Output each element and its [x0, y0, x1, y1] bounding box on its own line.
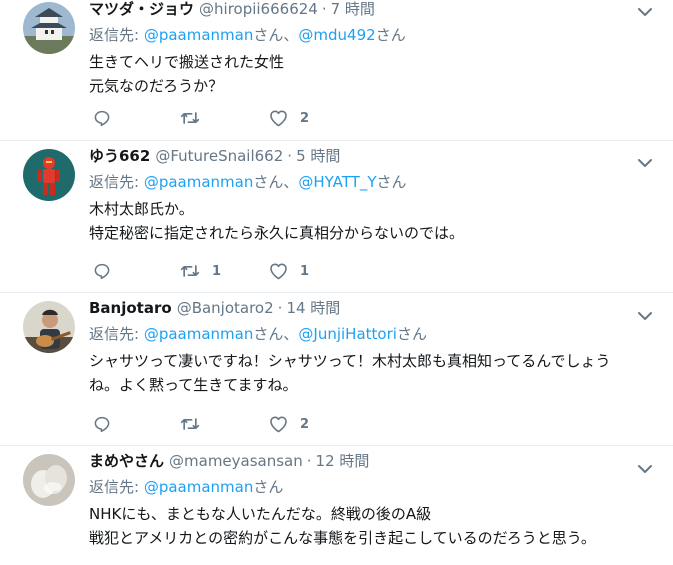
reply-button[interactable]: [93, 261, 123, 281]
avatar-peanut-image: [23, 454, 75, 506]
tweet-text: 木村太郎氏か。 特定秘密に指定されたら永久に真相分からないのでは。: [89, 197, 649, 245]
reply-context: 返信先: @paamanmanさん、@mdu492さん: [89, 24, 406, 45]
honorific: さん: [253, 173, 284, 191]
tweet-text-body: NHKにも、まともな人いたんだな。終戦の後のA級 戦犯とアメリカとの密約がこんな…: [89, 505, 596, 547]
chevron-down-icon[interactable]: [637, 463, 653, 475]
mention-link[interactable]: @paamanman: [144, 325, 254, 343]
timestamp[interactable]: 5 時間: [296, 147, 340, 165]
username[interactable]: @hiropii666624: [199, 0, 318, 18]
mention-separator: 、: [283, 325, 299, 343]
tweet-text: 生きてヘリで搬送された女性 元気なのだろうか？: [89, 50, 649, 98]
mention-link[interactable]: @mdu492: [298, 26, 375, 44]
timestamp[interactable]: 14 時間: [286, 299, 340, 317]
chevron-down-icon[interactable]: [637, 157, 653, 169]
avatar[interactable]: [23, 149, 75, 201]
display-name[interactable]: マツダ・ジョウ: [89, 0, 194, 18]
reply-prefix: 返信先:: [89, 325, 140, 343]
tweet-text-body: シャサツって凄いですね！シャサツって！木村太郎も真相知ってるんでしょう ね。よく…: [89, 352, 611, 394]
tweet-actions: 2: [89, 414, 389, 434]
display-name[interactable]: まめやさん: [89, 452, 164, 470]
mention-link[interactable]: @HYATT_Y: [298, 173, 376, 191]
separator-dot: ·: [321, 0, 327, 18]
honorific: さん: [253, 478, 284, 496]
tweet-header: Banjotaro @Banjotaro2 · 14 時間: [89, 297, 340, 318]
username[interactable]: @Banjotaro2: [177, 299, 274, 317]
retweet-count: 1: [212, 263, 222, 279]
like-count: 2: [300, 416, 310, 432]
timestamp[interactable]: 12 時間: [316, 452, 370, 470]
tweet-actions: 1 1: [89, 261, 389, 281]
mention-link[interactable]: @JunjiHattori: [298, 325, 397, 343]
tweet-header: まめやさん @mameyasansan · 12 時間: [89, 450, 369, 471]
tweet-feed: マツダ・ジョウ @hiropii666624 · 7 時間 返信先: @paamanm…: [0, 0, 673, 565]
honorific: さん: [253, 325, 284, 343]
chevron-down-icon[interactable]: [637, 310, 653, 322]
like-count: 1: [300, 263, 310, 279]
reply-prefix: 返信先:: [89, 173, 140, 191]
reply-prefix: 返信先:: [89, 26, 140, 44]
retweet-icon: [180, 265, 200, 277]
tweet-text-body: 生きてヘリで搬送された女性 元気なのだろうか？: [89, 53, 285, 95]
tweet-actions: 2: [89, 108, 389, 128]
honorific: さん: [375, 26, 406, 44]
mention-link[interactable]: @paamanman: [144, 173, 254, 191]
separator-dot: ·: [287, 147, 293, 165]
chevron-down-icon[interactable]: [637, 6, 653, 18]
tweet[interactable]: ゆう662 @FutureSnail662 · 5 時間 返信先: @paamanma…: [0, 141, 673, 293]
honorific: さん: [396, 325, 427, 343]
avatar[interactable]: [23, 301, 75, 353]
like-count: 2: [300, 110, 310, 126]
reply-prefix: 返信先:: [89, 478, 140, 496]
reply-context: 返信先: @paamanmanさん、@JunjiHattoriさん: [89, 323, 427, 344]
like-button[interactable]: 2: [269, 108, 309, 128]
like-icon: [270, 416, 287, 433]
tweet-text-body: 木村太郎氏か。 特定秘密に指定されたら永久に真相分からないのでは。: [89, 200, 465, 242]
separator-dot: ·: [277, 299, 283, 317]
username[interactable]: @mameyasansan: [169, 452, 303, 470]
reply-button[interactable]: [93, 108, 123, 128]
tweet-header: マツダ・ジョウ @hiropii666624 · 7 時間: [89, 0, 375, 19]
mention-link[interactable]: @paamanman: [144, 26, 254, 44]
username[interactable]: @FutureSnail662: [155, 147, 283, 165]
tweet[interactable]: Banjotaro @Banjotaro2 · 14 時間 返信先: @paamanm…: [0, 293, 673, 446]
display-name[interactable]: ゆう662: [89, 147, 150, 165]
like-button[interactable]: 1: [269, 261, 309, 281]
mention-link[interactable]: @paamanman: [144, 478, 254, 496]
like-icon: [270, 263, 287, 280]
reply-button[interactable]: [93, 414, 123, 434]
retweet-button[interactable]: 1: [180, 261, 221, 281]
retweet-button[interactable]: [180, 414, 212, 434]
mention-separator: 、: [283, 26, 299, 44]
reply-context: 返信先: @paamanmanさん: [89, 476, 283, 497]
avatar-castle-image: [23, 2, 75, 54]
display-name[interactable]: Banjotaro: [89, 299, 172, 317]
separator-dot: ·: [306, 452, 312, 470]
like-icon: [270, 110, 287, 127]
timestamp[interactable]: 7 時間: [331, 0, 375, 18]
tweet-header: ゆう662 @FutureSnail662 · 5 時間: [89, 145, 340, 166]
reply-icon: [94, 263, 110, 280]
reply-icon: [94, 416, 110, 433]
retweet-icon: [180, 112, 200, 124]
retweet-button[interactable]: [180, 108, 212, 128]
honorific: さん: [376, 173, 407, 191]
mention-separator: 、: [283, 173, 299, 191]
reply-context: 返信先: @paamanmanさん、@HYATT_Yさん: [89, 171, 407, 192]
avatar[interactable]: [23, 2, 75, 54]
tweet-text: NHKにも、まともな人いたんだな。終戦の後のA級 戦犯とアメリカとの密約がこんな…: [89, 502, 649, 550]
tweet-text: シャサツって凄いですね！シャサツって！木村太郎も真相知ってるんでしょう ね。よく…: [89, 349, 649, 397]
avatar-musician-image: [23, 301, 75, 353]
reply-icon: [94, 110, 110, 127]
honorific: さん: [253, 26, 284, 44]
like-button[interactable]: 2: [269, 414, 309, 434]
tweet[interactable]: マツダ・ジョウ @hiropii666624 · 7 時間 返信先: @paamanm…: [0, 0, 673, 141]
avatar[interactable]: [23, 454, 75, 506]
retweet-icon: [180, 418, 200, 430]
avatar-robot-image: [23, 149, 75, 201]
tweet[interactable]: まめやさん @mameyasansan · 12 時間 返信先: @paamanman…: [0, 446, 673, 565]
